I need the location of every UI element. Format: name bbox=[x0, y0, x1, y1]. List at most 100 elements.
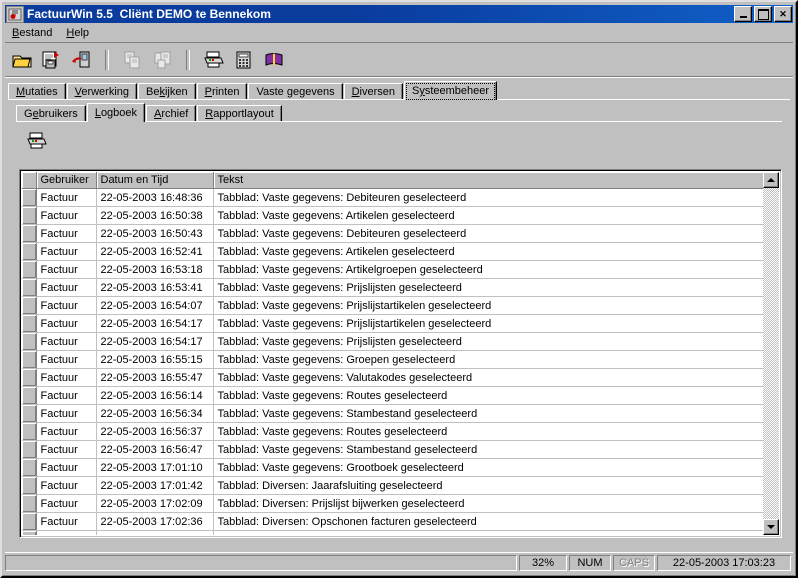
cell-tekst: Tabblad: Vaste gegevens: Prijslijsten ge… bbox=[213, 278, 779, 297]
open-folder-icon[interactable] bbox=[9, 47, 35, 73]
table-row[interactable]: Factuur 22-05-2003 16:54:17 Tabblad: Vaste… bbox=[22, 314, 779, 333]
table-row[interactable]: Factuur 22-05-2003 16:54:17 Tabblad: Vaste… bbox=[22, 332, 779, 351]
tab-printen[interactable]: Printen bbox=[196, 83, 248, 100]
table-row[interactable]: Factuur 22-05-2003 16:56:14 Tabblad: Vaste… bbox=[22, 386, 779, 405]
table-row[interactable]: Factuur 22-05-2003 16:48:36 Tabblad: Vaste… bbox=[22, 188, 779, 207]
column-header-gebruiker[interactable]: Gebruiker bbox=[36, 172, 97, 189]
scroll-up-arrow-icon[interactable] bbox=[763, 172, 779, 188]
cell-tekst: Tabblad: Diversen: Opschonen facturen ge… bbox=[213, 512, 779, 531]
table-row[interactable]: Factuur 22-05-2003 16:56:37 Tabblad: Vaste… bbox=[22, 422, 779, 441]
sub-tab-archief[interactable]: Archief bbox=[146, 105, 197, 122]
table-row[interactable]: Factuur 22-05-2003 16:50:43 Tabblad: Vaste… bbox=[22, 224, 779, 243]
row-indicator[interactable] bbox=[22, 332, 37, 351]
row-indicator[interactable] bbox=[22, 296, 37, 315]
menu-bestand[interactable]: Bestand bbox=[5, 26, 59, 41]
row-indicator[interactable] bbox=[22, 404, 37, 423]
cell-gebruiker: Factuur bbox=[36, 476, 97, 495]
cell-tekst: Tabblad: Vaste gegevens: Prijslijstartik… bbox=[213, 314, 779, 333]
table-row[interactable]: Factuur 22-05-2003 16:53:18 Tabblad: Vaste… bbox=[22, 260, 779, 279]
row-indicator[interactable] bbox=[22, 458, 37, 477]
cell-datum: 22-05-2003 16:48:36 bbox=[96, 188, 214, 207]
cell-gebruiker: Factuur bbox=[36, 314, 97, 333]
grid-vertical-scrollbar[interactable] bbox=[763, 172, 779, 535]
row-indicator[interactable] bbox=[22, 278, 37, 297]
cell-datum: 22-05-2003 16:56:34 bbox=[96, 404, 214, 423]
table-header-row: Gebruiker Datum en Tijd Tekst bbox=[22, 172, 779, 189]
row-indicator[interactable] bbox=[22, 476, 37, 495]
tab-systeembeheer[interactable]: Systeembeheer bbox=[404, 81, 498, 100]
paste-icon[interactable] bbox=[150, 47, 176, 73]
sub-tab-rapportlayout[interactable]: Rapportlayout bbox=[197, 105, 282, 122]
sub-tab-gebruikers[interactable]: Gebruikers bbox=[16, 105, 86, 122]
cell-gebruiker: Factuur bbox=[36, 512, 97, 531]
row-indicator[interactable] bbox=[22, 242, 37, 261]
title-bar: FactuurWin 5.5 Cliënt DEMO te Bennekom ✕ bbox=[5, 5, 793, 23]
maximize-button[interactable] bbox=[754, 6, 772, 22]
window-title: FactuurWin 5.5 Cliënt DEMO te Bennekom bbox=[27, 7, 271, 21]
cell-gebruiker: Factuur bbox=[36, 458, 97, 477]
calculator-icon[interactable] bbox=[231, 47, 257, 73]
menu-help-label: elp bbox=[74, 26, 90, 39]
table-row[interactable]: Factuur 22-05-2003 16:52:41 Tabblad: Vaste… bbox=[22, 242, 779, 261]
table-row[interactable]: Factuur 22-05-2003 16:50:38 Tabblad: Vaste… bbox=[22, 206, 779, 225]
table-row[interactable]: Factuur 22-05-2003 16:53:41 Tabblad: Vaste… bbox=[22, 278, 779, 297]
row-indicator[interactable] bbox=[22, 368, 37, 387]
row-indicator[interactable] bbox=[22, 440, 37, 459]
table-row[interactable]: Factuur 22-05-2003 17:01:42 Tabblad: Diver… bbox=[22, 476, 779, 495]
table-row[interactable]: Factuur 22-05-2003 16:56:34 Tabblad: Vaste… bbox=[22, 404, 779, 423]
row-indicator[interactable] bbox=[22, 350, 37, 369]
current-record-marker[interactable] bbox=[22, 530, 37, 535]
print-icon[interactable] bbox=[201, 47, 227, 73]
cell-datum: 22-05-2003 16:50:38 bbox=[96, 206, 214, 225]
table-row[interactable]: Factuur 22-05-2003 16:55:47 Tabblad: Vaste… bbox=[22, 368, 779, 387]
row-indicator[interactable] bbox=[22, 422, 37, 441]
table-row[interactable]: Factuur 22-05-2003 16:55:15 Tabblad: Vaste… bbox=[22, 350, 779, 369]
column-header-datum[interactable]: Datum en Tijd bbox=[96, 172, 214, 189]
cell-tekst: Tabblad: Vaste gegevens: Artikelen gesel… bbox=[213, 242, 779, 261]
exit-door-icon[interactable] bbox=[69, 47, 95, 73]
logboek-grid[interactable]: Gebruiker Datum en Tijd Tekst Factuur 22-… bbox=[19, 169, 782, 538]
cell-datum: 22-05-2003 17:01:10 bbox=[96, 458, 214, 477]
book-icon[interactable] bbox=[261, 47, 287, 73]
table-row[interactable]: Factuur 22-05-2003 17:02:09 Tabblad: Diver… bbox=[22, 494, 779, 513]
row-indicator[interactable] bbox=[22, 512, 37, 531]
cell-datum: 22-05-2003 16:54:17 bbox=[96, 314, 214, 333]
scrollbar-track[interactable] bbox=[763, 188, 779, 519]
row-indicator[interactable] bbox=[22, 494, 37, 513]
cell-gebruiker: Factuur bbox=[36, 440, 97, 459]
copy-icon[interactable] bbox=[120, 47, 146, 73]
close-button[interactable]: ✕ bbox=[774, 6, 792, 22]
table-row[interactable]: Factuur 22-05-2003 17:02:36 Tabblad: Diver… bbox=[22, 512, 779, 531]
column-header-tekst[interactable]: Tekst bbox=[213, 172, 779, 189]
row-indicator[interactable] bbox=[22, 188, 37, 207]
invoice-icon bbox=[6, 5, 24, 23]
row-indicator[interactable] bbox=[22, 260, 37, 279]
column-header-indicator[interactable] bbox=[22, 172, 37, 189]
cell-datum: 22-05-2003 16:53:41 bbox=[96, 278, 214, 297]
print-icon bbox=[26, 131, 48, 154]
scroll-down-arrow-icon[interactable] bbox=[763, 519, 779, 535]
cell-datum: 22-05-2003 16:54:17 bbox=[96, 332, 214, 351]
sub-tab-logboek[interactable]: Logboek bbox=[86, 103, 146, 122]
cell-tekst: Tabblad: Vaste gegevens: Debiteuren gese… bbox=[213, 188, 779, 207]
menu-help[interactable]: Help bbox=[59, 26, 96, 41]
row-indicator[interactable] bbox=[22, 206, 37, 225]
table-row[interactable]: Factuur 22-05-2003 17:01:10 Tabblad: Vaste… bbox=[22, 458, 779, 477]
tab-diversen[interactable]: Diversen bbox=[343, 83, 403, 100]
row-indicator[interactable] bbox=[22, 386, 37, 405]
window-controls: ✕ bbox=[732, 6, 793, 22]
table-row[interactable]: Factuur 22-05-2003 16:54:07 Tabblad: Vaste… bbox=[22, 296, 779, 315]
tab-bekijken[interactable]: Bekijken bbox=[138, 83, 196, 100]
cell-tekst: Tabblad: Vaste gegevens: Stambestand ges… bbox=[213, 404, 779, 423]
save-document-icon[interactable] bbox=[39, 47, 65, 73]
table-row[interactable]: Factuur22-05-2003 17:03:00Tabblad: Syste… bbox=[22, 530, 779, 535]
row-indicator[interactable] bbox=[22, 224, 37, 243]
panel-print-button[interactable] bbox=[22, 129, 52, 155]
tab-vaste-gegevens[interactable]: Vaste gegevens bbox=[248, 83, 343, 100]
row-indicator[interactable] bbox=[22, 314, 37, 333]
tab-mutaties[interactable]: Mutaties bbox=[8, 83, 66, 100]
minimize-button[interactable] bbox=[734, 6, 752, 22]
table-row[interactable]: Factuur 22-05-2003 16:56:47 Tabblad: Vaste… bbox=[22, 440, 779, 459]
logboek-panel: Gebruiker Datum en Tijd Tekst Factuur 22-… bbox=[16, 122, 782, 542]
tab-verwerking[interactable]: Verwerking bbox=[66, 83, 138, 100]
